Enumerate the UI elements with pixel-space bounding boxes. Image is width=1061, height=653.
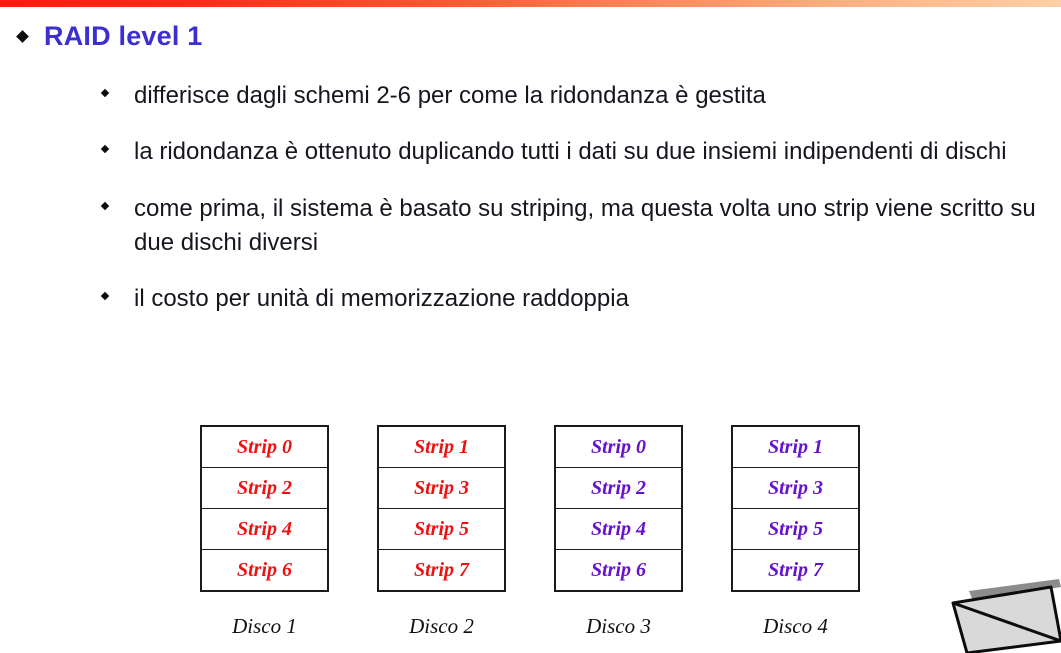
disk-strip-table: Strip 1 Strip 3 Strip 5 Strip 7 (377, 425, 506, 592)
disk-column: Strip 0 Strip 2 Strip 4 Strip 6 Disco 3 (554, 425, 683, 639)
disk-strip-table: Strip 0 Strip 2 Strip 4 Strip 6 (200, 425, 329, 592)
strip-cell: Strip 7 (413, 559, 470, 581)
bullet-list: differisce dagli schemi 2-6 per come la … (0, 79, 1040, 339)
strip-cell: Strip 3 (733, 468, 858, 509)
list-item: differisce dagli schemi 2-6 per come la … (0, 79, 1040, 113)
list-item: come prima, il sistema è basato su strip… (0, 192, 1040, 261)
strip-cell: Strip 7 (767, 559, 824, 581)
disk-column: Strip 1 Strip 3 Strip 5 Strip 7 Disco 4 (731, 425, 860, 639)
bullet-text: come prima, il sistema è basato su strip… (134, 194, 1036, 256)
list-item: il costo per unità di memorizzazione rad… (0, 282, 1040, 316)
strip-cell: Strip 1 (733, 427, 858, 468)
top-accent-bar (0, 0, 1061, 7)
strip-cell: Strip 4 (556, 509, 681, 550)
diamond-bullet-icon (0, 282, 110, 301)
strip-cell: Strip 2 (202, 468, 327, 509)
strip-cell: Strip 2 (556, 468, 681, 509)
disk-column: Strip 1 Strip 3 Strip 5 Strip 7 Disco 2 (377, 425, 506, 639)
disk-strip-table: Strip 1 Strip 3 Strip 5 Strip 7 (731, 425, 860, 592)
list-item: la ridondanza è ottenuto duplicando tutt… (0, 135, 1040, 169)
strip-cell: Strip 0 (556, 427, 681, 468)
strip-cell: Strip 4 (202, 509, 327, 550)
strip-cell: Strip 1 (379, 427, 504, 468)
page-title: RAID level 1 (44, 21, 203, 51)
disk-column: Strip 0 Strip 2 Strip 4 Strip 6 Disco 1 (200, 425, 329, 639)
bullet-text: la ridondanza è ottenuto duplicando tutt… (134, 138, 1007, 166)
diamond-bullet-icon (0, 192, 110, 210)
slide-canvas: RAID level 1 differisce dagli schemi 2-6… (0, 7, 1061, 653)
bullet-text: il costo per unità di memorizzazione rad… (134, 285, 629, 313)
page-curl-decoration (951, 579, 1061, 653)
disk-strip-table: Strip 0 Strip 2 Strip 4 Strip 6 (554, 425, 683, 592)
disk-label: Disco 1 (232, 614, 297, 638)
strip-cell: Strip 6 (590, 559, 647, 581)
disk-label: Disco 3 (586, 614, 651, 638)
raid-strip-diagram: Strip 0 Strip 2 Strip 4 Strip 6 Disco 1 Strip… (200, 425, 860, 639)
strip-cell: Strip 5 (379, 509, 504, 550)
slide-title-row: RAID level 1 (0, 21, 1000, 52)
diamond-bullet-icon (0, 79, 110, 98)
strip-cell: Strip 3 (379, 468, 504, 509)
disk-label: Disco 4 (763, 614, 828, 638)
strip-cell: Strip 5 (733, 509, 858, 550)
disk-label: Disco 2 (409, 614, 474, 638)
bullet-text: differisce dagli schemi 2-6 per come la … (134, 82, 766, 109)
strip-cell: Strip 0 (202, 427, 327, 468)
strip-cell: Strip 6 (236, 559, 293, 581)
title-bullet-icon (0, 30, 44, 43)
diamond-bullet-icon (0, 135, 110, 154)
